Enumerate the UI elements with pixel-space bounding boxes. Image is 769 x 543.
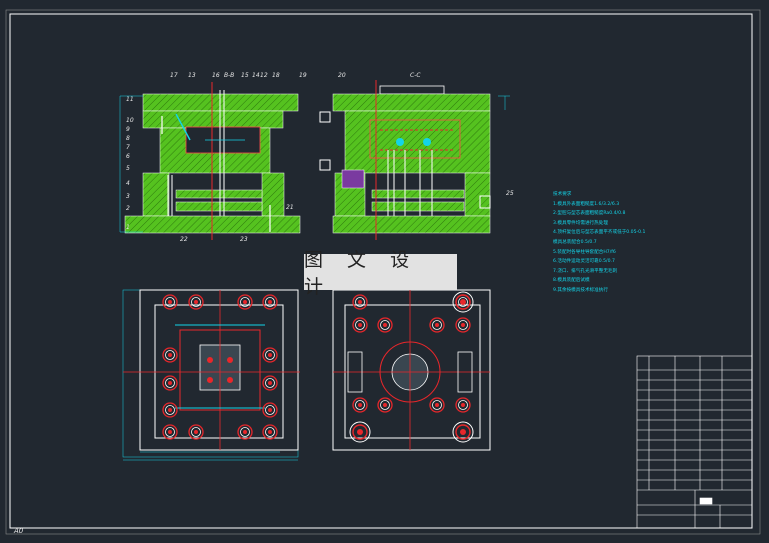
part-number: 25 xyxy=(506,190,514,197)
part-number: 5 xyxy=(126,165,130,172)
part-number: 17 xyxy=(170,72,178,79)
section-view-right xyxy=(319,80,510,240)
part-number: 9 xyxy=(126,126,130,133)
note-line: 3.模具零件均需进行热处理 xyxy=(553,220,608,226)
design-stamp: 图 文 设 计 xyxy=(304,249,457,298)
note-line: 1.模具外表面粗糙度1.6/3.2/6.3 xyxy=(553,201,620,207)
note-line: 5.装配时各导柱导套配合H7/f6 xyxy=(553,249,616,255)
part-number: 19 xyxy=(299,72,307,79)
part-number: 22 xyxy=(180,236,188,243)
part-number: 15 xyxy=(241,72,249,79)
part-number: 1 xyxy=(126,224,130,231)
part-number: 11 xyxy=(126,96,134,103)
part-number: 3 xyxy=(126,193,130,200)
note-line: 模具总装配合0.5/0.7 xyxy=(553,239,597,245)
note-line: 4.顶杆复位后与型芯表面平齐或低于0.05-0.1 xyxy=(553,230,646,236)
technical-notes: 技术要求 1.模具外表面粗糙度1.6/3.2/6.3 2.型腔与型芯表面粗糙度R… xyxy=(553,190,703,296)
part-number: 8 xyxy=(126,135,130,142)
part-number: 21 xyxy=(286,204,294,211)
part-number: 14 xyxy=(252,72,260,79)
note-line: 2.型腔与型芯表面粗糙度Ra0.4/0.8 xyxy=(553,211,626,217)
sheet-size-label: A0 xyxy=(14,527,24,535)
note-line: 9.其余按模具技术标准执行 xyxy=(553,287,608,293)
note-line: 8.模具装配后试模 xyxy=(553,278,590,284)
section-label-b-b: B-B xyxy=(224,72,235,79)
section-view-left xyxy=(119,82,301,240)
note-line: 6.活动件运动灵活可靠0.5/0.7 xyxy=(553,259,615,265)
plan-view-left xyxy=(122,289,300,461)
part-number: 13 xyxy=(188,72,196,79)
plan-view-right xyxy=(332,289,491,451)
part-number: 16 xyxy=(212,72,220,79)
part-number: 6 xyxy=(126,153,130,160)
note-line: 7.浇口、排气孔光滑平整无毛刺 xyxy=(553,268,618,274)
title-block xyxy=(636,355,753,529)
part-number: 12 xyxy=(260,72,268,79)
part-number: 18 xyxy=(272,72,280,79)
section-label-c-c: C-C xyxy=(410,72,421,79)
part-number: 4 xyxy=(126,180,130,187)
part-number: 10 xyxy=(126,117,134,124)
notes-title: 技术要求 xyxy=(553,192,572,197)
part-number: 23 xyxy=(240,236,248,243)
part-number: 7 xyxy=(126,144,130,151)
part-number: 20 xyxy=(338,72,346,79)
part-number: 2 xyxy=(126,205,130,212)
